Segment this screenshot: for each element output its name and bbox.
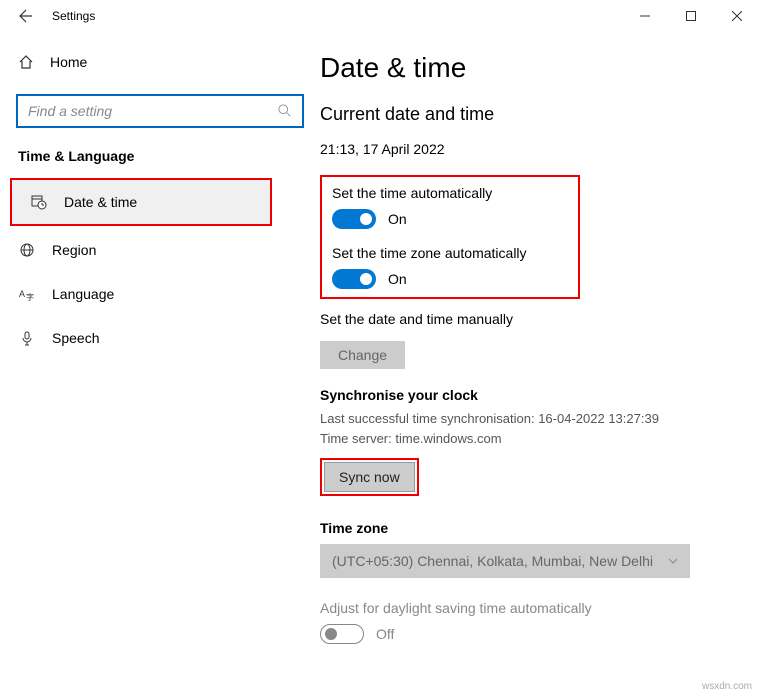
minimize-button[interactable] <box>622 0 668 32</box>
search-input[interactable] <box>28 103 278 119</box>
nav-label: Language <box>52 286 114 302</box>
arrow-left-icon <box>18 8 34 24</box>
highlight-box-nav: Date & time <box>10 178 272 226</box>
nav-item-language[interactable]: A字 Language <box>0 272 320 316</box>
highlight-box-auto: Set the time automatically On Set the ti… <box>320 175 580 299</box>
subheading: Current date and time <box>320 104 730 125</box>
nav-label: Region <box>52 242 96 258</box>
svg-text:A: A <box>19 289 25 299</box>
minimize-icon <box>640 11 650 21</box>
home-icon <box>18 54 34 70</box>
nav-item-region[interactable]: Region <box>0 228 320 272</box>
window-controls <box>622 0 760 32</box>
toggle-state: On <box>388 271 407 287</box>
sidebar: Home Time & Language Date & time Region … <box>0 32 320 700</box>
sync-heading: Synchronise your clock <box>320 387 730 403</box>
close-icon <box>732 11 742 21</box>
microphone-icon <box>18 330 36 346</box>
home-nav[interactable]: Home <box>0 42 320 82</box>
sync-info: Last successful time synchronisation: 16… <box>320 409 730 448</box>
timezone-select: (UTC+05:30) Chennai, Kolkata, Mumbai, Ne… <box>320 544 690 578</box>
auto-time-toggle[interactable] <box>332 209 376 229</box>
toggle-state: Off <box>376 626 394 642</box>
window-title: Settings <box>52 9 95 23</box>
toggle-state: On <box>388 211 407 227</box>
dst-label: Adjust for daylight saving time automati… <box>320 600 730 616</box>
tz-value: (UTC+05:30) Chennai, Kolkata, Mumbai, Ne… <box>332 553 653 569</box>
section-heading: Time & Language <box>0 148 320 176</box>
maximize-button[interactable] <box>668 0 714 32</box>
content: Date & time Current date and time 21:13,… <box>320 32 760 700</box>
home-label: Home <box>50 54 87 70</box>
search-icon <box>278 104 292 118</box>
auto-tz-label: Set the time zone automatically <box>332 245 568 261</box>
watermark: wsxdn.com <box>702 681 752 692</box>
nav-item-speech[interactable]: Speech <box>0 316 320 360</box>
page-title: Date & time <box>320 52 730 84</box>
svg-text:字: 字 <box>26 292 34 302</box>
auto-tz-toggle[interactable] <box>332 269 376 289</box>
nav-item-date-time[interactable]: Date & time <box>12 180 270 224</box>
tz-heading: Time zone <box>320 520 730 536</box>
current-datetime: 21:13, 17 April 2022 <box>320 141 730 157</box>
chevron-down-icon <box>668 558 678 564</box>
change-button: Change <box>320 341 405 369</box>
globe-icon <box>18 242 36 258</box>
back-button[interactable] <box>8 0 44 32</box>
sync-section: Synchronise your clock Last successful t… <box>320 387 730 496</box>
sync-last: Last successful time synchronisation: 16… <box>320 409 730 429</box>
nav-label: Speech <box>52 330 99 346</box>
language-icon: A字 <box>18 286 36 302</box>
dst-toggle <box>320 624 364 644</box>
close-button[interactable] <box>714 0 760 32</box>
highlight-box-sync: Sync now <box>320 458 419 496</box>
manual-label: Set the date and time manually <box>320 311 730 327</box>
sync-now-button[interactable]: Sync now <box>324 462 415 492</box>
sync-server: Time server: time.windows.com <box>320 429 730 449</box>
auto-time-label: Set the time automatically <box>332 185 568 201</box>
nav-label: Date & time <box>64 194 137 210</box>
search-box[interactable] <box>16 94 304 128</box>
maximize-icon <box>686 11 696 21</box>
calendar-clock-icon <box>30 194 48 210</box>
